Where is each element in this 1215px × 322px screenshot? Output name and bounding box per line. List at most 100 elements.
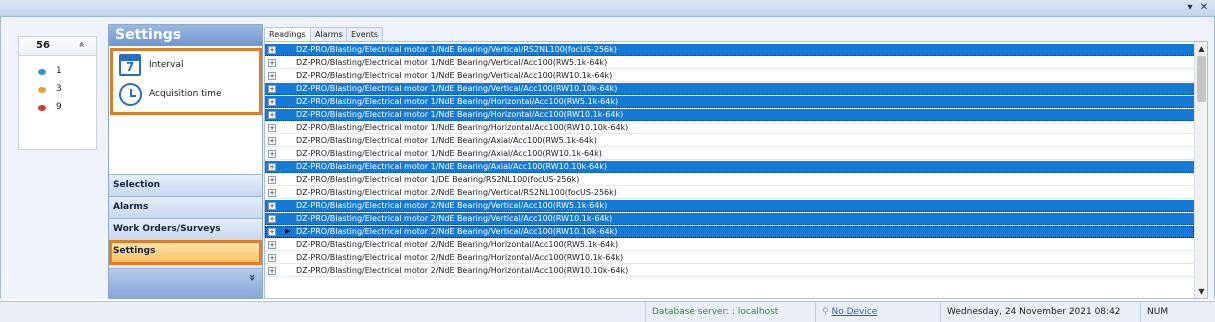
- expand-row-icon[interactable]: +: [268, 137, 276, 145]
- nav-button-alarms[interactable]: Alarms: [109, 196, 262, 218]
- nav-button-work-orders[interactable]: Work Orders/Surveys: [109, 218, 262, 240]
- nav-item-label: Interval: [149, 60, 184, 70]
- scroll-up-icon[interactable]: ▲: [1195, 42, 1207, 55]
- nav-item-interval[interactable]: 7 Interval: [119, 54, 259, 80]
- expand-row-icon[interactable]: +: [268, 267, 276, 275]
- tab-readings[interactable]: Readings: [264, 27, 311, 42]
- status-dot-icon: [38, 105, 46, 111]
- expand-row-icon[interactable]: +: [268, 59, 276, 67]
- vertical-scrollbar[interactable]: ▲ ▼: [1194, 42, 1207, 298]
- expand-row-icon[interactable]: +: [268, 241, 276, 249]
- table-row[interactable]: + DZ-PRO/Blasting/Electrical motor 2/NdE …: [265, 213, 1194, 225]
- collapse-chevron-icon[interactable]: »: [77, 41, 88, 47]
- status-count-row[interactable]: 1: [38, 66, 78, 80]
- table-row[interactable]: + ▶ DZ-PRO/Blasting/Electrical motor 2/NdE…: [265, 226, 1194, 238]
- database-server-status: Database server: : localhost: [645, 302, 815, 322]
- window-close-icon[interactable]: ✕: [1197, 1, 1211, 15]
- nav-item-label: Acquisition time: [149, 89, 222, 99]
- status-count: 1: [56, 66, 62, 76]
- status-dot-icon: [38, 69, 46, 75]
- expand-row-icon[interactable]: +: [268, 124, 276, 132]
- measurement-path: DZ-PRO/Blasting/Electrical motor 2/NdE B…: [296, 201, 608, 210]
- expand-row-icon[interactable]: +: [268, 46, 276, 54]
- measurement-path: DZ-PRO/Blasting/Electrical motor 1/NdE B…: [296, 162, 607, 171]
- status-summary: 56 » 1 3 9: [18, 36, 97, 150]
- measurement-path: DZ-PRO/Blasting/Electrical motor 1/NdE B…: [296, 97, 619, 106]
- calendar-icon: 7: [119, 54, 141, 76]
- table-row[interactable]: + DZ-PRO/Blasting/Electrical motor 2/NdE …: [265, 239, 1194, 251]
- tab-alarms[interactable]: Alarms: [310, 27, 348, 41]
- scrollbar-thumb[interactable]: [1197, 56, 1206, 102]
- expand-row-icon[interactable]: +: [268, 189, 276, 197]
- measurement-path: DZ-PRO/Blasting/Electrical motor 1/NdE B…: [296, 149, 602, 158]
- expand-row-icon[interactable]: +: [268, 98, 276, 106]
- nav-active-highlight: [109, 240, 262, 265]
- status-count-row[interactable]: 3: [38, 84, 78, 98]
- status-count: 3: [56, 84, 62, 94]
- current-row-pointer-icon: ▶: [285, 227, 291, 235]
- measurement-path: DZ-PRO/Blasting/Electrical motor 1/NdE B…: [296, 136, 597, 145]
- tab-events[interactable]: Events: [346, 27, 384, 41]
- nav-pane-title: Settings: [109, 25, 262, 46]
- table-row[interactable]: + DZ-PRO/Blasting/Electrical motor 1/DE B…: [265, 174, 1194, 186]
- status-count: 9: [56, 102, 62, 112]
- table-row[interactable]: + DZ-PRO/Blasting/Electrical motor 1/NdE …: [265, 44, 1194, 56]
- table-row[interactable]: + DZ-PRO/Blasting/Electrical motor 1/NdE …: [265, 161, 1194, 173]
- nav-item-acquisition-time[interactable]: Acquisition time: [119, 83, 259, 109]
- tab-strip: Readings Alarms Events: [264, 27, 1208, 42]
- table-row[interactable]: + DZ-PRO/Blasting/Electrical motor 1/NdE …: [265, 70, 1194, 82]
- table-row[interactable]: + DZ-PRO/Blasting/Electrical motor 2/NdE …: [265, 252, 1194, 264]
- measurement-path: DZ-PRO/Blasting/Electrical motor 1/NdE B…: [296, 58, 608, 67]
- datetime-display: Wednesday, 24 November 2021 08:42: [940, 302, 1140, 322]
- expand-row-icon[interactable]: +: [268, 202, 276, 210]
- table-row[interactable]: + DZ-PRO/Blasting/Electrical motor 1/NdE …: [265, 122, 1194, 134]
- expand-row-icon[interactable]: +: [268, 163, 276, 171]
- measurement-path: DZ-PRO/Blasting/Electrical motor 1/NdE B…: [296, 123, 629, 132]
- nav-content-area: 7 Interval Acquisition time: [109, 46, 262, 178]
- nav-button-selection[interactable]: Selection: [109, 174, 262, 196]
- expand-row-icon[interactable]: +: [268, 176, 276, 184]
- device-status[interactable]: ⚲ No Device: [815, 302, 940, 322]
- measurement-path: DZ-PRO/Blasting/Electrical motor 1/NdE B…: [296, 71, 613, 80]
- navigation-pane: Settings 7 Interval Acquisition time :::…: [108, 24, 263, 299]
- status-count-row[interactable]: 9: [38, 102, 78, 116]
- table-row[interactable]: + DZ-PRO/Blasting/Electrical motor 1/NdE …: [265, 83, 1194, 95]
- expand-row-icon[interactable]: +: [268, 150, 276, 158]
- readings-grid: + DZ-PRO/Blasting/Electrical motor 1/NdE …: [264, 41, 1208, 299]
- table-row[interactable]: + DZ-PRO/Blasting/Electrical motor 1/NdE …: [265, 96, 1194, 108]
- table-row[interactable]: + DZ-PRO/Blasting/Electrical motor 2/NdE …: [265, 187, 1194, 199]
- nav-overflow-bar: »: [109, 268, 262, 298]
- measurement-path: DZ-PRO/Blasting/Electrical motor 2/NdE B…: [296, 240, 619, 249]
- clock-icon: [119, 83, 142, 106]
- table-row[interactable]: + DZ-PRO/Blasting/Electrical motor 2/NdE …: [265, 200, 1194, 212]
- measurement-path: DZ-PRO/Blasting/Electrical motor 2/NdE B…: [296, 188, 617, 197]
- measurement-path: DZ-PRO/Blasting/Electrical motor 2/NdE B…: [296, 214, 613, 223]
- table-row[interactable]: + DZ-PRO/Blasting/Electrical motor 2/NdE …: [265, 265, 1194, 277]
- measurement-path: DZ-PRO/Blasting/Electrical motor 1/NdE B…: [296, 110, 624, 119]
- expand-row-icon[interactable]: +: [268, 111, 276, 119]
- measurement-path: DZ-PRO/Blasting/Electrical motor 2/NdE B…: [296, 253, 624, 262]
- pin-icon: ⚲: [822, 307, 829, 317]
- measurement-path: DZ-PRO/Blasting/Electrical motor 1/DE Be…: [296, 175, 580, 184]
- expand-row-icon[interactable]: +: [268, 85, 276, 93]
- measurement-path: DZ-PRO/Blasting/Electrical motor 2/NdE B…: [296, 227, 618, 236]
- scroll-down-icon[interactable]: ▼: [1195, 285, 1207, 298]
- expand-row-icon[interactable]: +: [268, 72, 276, 80]
- table-row[interactable]: + DZ-PRO/Blasting/Electrical motor 1/NdE …: [265, 109, 1194, 121]
- window-titlebar: ▾ ✕: [0, 0, 1215, 17]
- more-buttons-chevron-icon[interactable]: »: [246, 274, 259, 281]
- expand-row-icon[interactable]: +: [268, 228, 276, 236]
- status-bar: Database server: : localhost ⚲ No Device…: [0, 301, 1215, 322]
- expand-row-icon[interactable]: +: [268, 254, 276, 262]
- measurement-path: DZ-PRO/Blasting/Electrical motor 2/NdE B…: [296, 266, 629, 275]
- summary-header[interactable]: 56 »: [19, 37, 96, 56]
- summary-count: 56: [36, 40, 50, 51]
- window-menu-dropdown-icon[interactable]: ▾: [1183, 1, 1197, 15]
- expand-row-icon[interactable]: +: [268, 215, 276, 223]
- device-link[interactable]: No Device: [831, 307, 877, 317]
- measurement-path: DZ-PRO/Blasting/Electrical motor 1/NdE B…: [296, 45, 617, 54]
- status-dot-icon: [38, 87, 46, 93]
- table-row[interactable]: + DZ-PRO/Blasting/Electrical motor 1/NdE …: [265, 135, 1194, 147]
- table-row[interactable]: + DZ-PRO/Blasting/Electrical motor 1/NdE …: [265, 148, 1194, 160]
- table-row[interactable]: + DZ-PRO/Blasting/Electrical motor 1/NdE …: [265, 57, 1194, 69]
